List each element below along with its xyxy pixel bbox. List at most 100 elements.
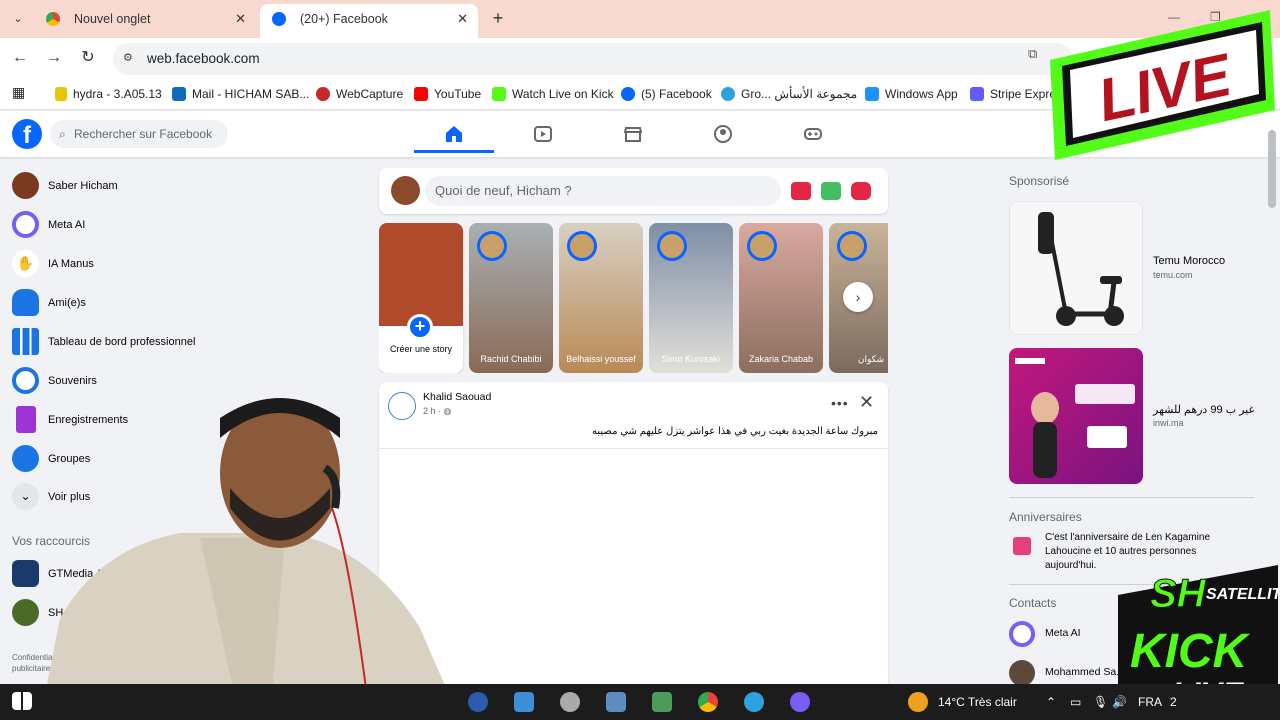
- tab-facebook[interactable]: (20+) Facebook ✕: [260, 4, 478, 38]
- story-name: شكوان: [857, 354, 885, 364]
- stories-next-button[interactable]: ›: [843, 282, 873, 312]
- story-card[interactable]: Simo Kurosaki: [649, 223, 733, 373]
- gaming-icon: [804, 128, 822, 140]
- sidebar-item-meta-ai[interactable]: Meta AI: [12, 209, 342, 241]
- install-app-icon[interactable]: ⧉: [1028, 46, 1037, 62]
- story-card[interactable]: Belhaissi youssef: [559, 223, 643, 373]
- telegram-icon[interactable]: [744, 692, 764, 712]
- marketplace-icon: [623, 127, 643, 142]
- bookmark-label: Watch Live on Kick: [512, 87, 614, 101]
- app-icon[interactable]: [468, 692, 488, 712]
- facebook-search[interactable]: ⌕ Rechercher sur Facebook: [50, 120, 228, 148]
- chevron-down-icon: ⌄: [12, 483, 39, 510]
- address-bar[interactable]: ⚙ web.facebook.com: [113, 43, 1073, 75]
- search-icon: ⌕: [59, 127, 66, 141]
- reload-icon[interactable]: ↻: [78, 48, 98, 68]
- app-icon[interactable]: [514, 692, 534, 712]
- facebook-icon: [272, 12, 286, 26]
- close-icon[interactable]: ✕: [235, 4, 246, 34]
- bookmark-mail[interactable]: Mail - HICHAM SAB...: [172, 86, 309, 102]
- start-icon[interactable]: [12, 692, 32, 710]
- stripe-icon: [970, 87, 984, 101]
- new-tab-button[interactable]: +: [486, 6, 510, 30]
- sidebar-item-friends[interactable]: Ami(e)s: [12, 287, 342, 319]
- apps-grid-icon[interactable]: ▦: [12, 84, 25, 100]
- post-text: مبروك ساعة الجديدة بغيت ربي في هذا عواشر…: [592, 426, 878, 437]
- sidebar-item-label: IA Manus: [48, 258, 94, 270]
- nav-video[interactable]: [503, 117, 583, 153]
- nav-home[interactable]: [414, 117, 494, 153]
- meta-ai-icon: [12, 211, 39, 238]
- nav-groups[interactable]: [683, 117, 763, 153]
- story-card[interactable]: Zakaria Chabab: [739, 223, 823, 373]
- live-video-icon[interactable]: [791, 182, 811, 200]
- create-story-label: Créer une story: [389, 344, 453, 354]
- bookmark-group[interactable]: Gro... مجموعة الأسأش: [721, 86, 857, 102]
- groups-icon: [714, 125, 732, 143]
- chrome-icon[interactable]: [698, 692, 718, 712]
- nav-gaming[interactable]: [773, 117, 853, 153]
- chevron-up-icon[interactable]: ⌃: [1046, 684, 1056, 720]
- sidebar-item-ia-manus[interactable]: ✋ IA Manus: [12, 248, 342, 280]
- outlook-icon: [172, 87, 186, 101]
- sidebar-item-memories[interactable]: Souvenirs: [12, 365, 342, 397]
- app-icon[interactable]: [560, 692, 580, 712]
- scooter-icon: [1038, 212, 1124, 326]
- url-text: web.facebook.com: [147, 51, 260, 66]
- facebook-icon: [621, 87, 635, 101]
- weather-icon[interactable]: [908, 692, 928, 712]
- composer-input[interactable]: Quoi de neuf, Hicham ?: [425, 176, 781, 206]
- tab-new-tab[interactable]: Nouvel onglet ✕: [34, 4, 256, 38]
- bookmark-hydra[interactable]: hydra - 3.A05.13: [55, 86, 162, 102]
- bookmark-youtube[interactable]: YouTube: [414, 86, 481, 102]
- bookmark-facebook[interactable]: (5) Facebook: [621, 86, 712, 102]
- story-profile-photo: [379, 223, 463, 326]
- avatar: [12, 172, 39, 199]
- avatar: [391, 176, 420, 205]
- language-indicator[interactable]: FRA: [1138, 684, 1162, 720]
- site-settings-icon[interactable]: ⚙: [123, 51, 137, 65]
- more-options-icon[interactable]: •••: [831, 395, 849, 411]
- sidebar-item-dashboard[interactable]: Tableau de bord professionnel: [12, 326, 342, 358]
- clock[interactable]: 2: [1170, 684, 1177, 720]
- youtube-icon: [414, 87, 428, 101]
- ad-domain: temu.com: [1153, 270, 1193, 280]
- ad-image-inwi[interactable]: [1009, 348, 1143, 484]
- bookmark-windows-app[interactable]: Windows App: [865, 86, 958, 102]
- tab-search-button[interactable]: ⌄: [6, 7, 30, 31]
- nav-marketplace[interactable]: [593, 117, 673, 153]
- calculator-icon[interactable]: [606, 692, 626, 712]
- sidebar-item-label: Tableau de bord professionnel: [48, 336, 196, 348]
- app-icon[interactable]: [790, 692, 810, 712]
- close-icon[interactable]: ✕: [457, 4, 468, 34]
- network-icon[interactable]: ▭: [1070, 684, 1081, 720]
- back-icon[interactable]: ←: [10, 48, 30, 68]
- satellite-text: SATELLITE: [1206, 586, 1280, 603]
- reel-icon[interactable]: [851, 182, 871, 200]
- avatar: [657, 231, 687, 261]
- weather-text[interactable]: 14°C Très clair: [938, 684, 1017, 720]
- ad-image-temu[interactable]: [1009, 201, 1143, 335]
- bookmark-kick[interactable]: Watch Live on Kick: [492, 86, 614, 102]
- photo-icon[interactable]: [821, 182, 841, 200]
- manus-icon: ✋: [12, 250, 39, 277]
- groups-icon: [12, 445, 39, 472]
- forward-icon[interactable]: →: [44, 48, 64, 68]
- microphone-icon[interactable]: 🎙: [1093, 684, 1108, 720]
- app-icon[interactable]: [652, 692, 672, 712]
- ad-title[interactable]: Temu Morocco: [1153, 255, 1225, 267]
- sidebar-item-profile[interactable]: Saber Hicham: [12, 170, 342, 202]
- birthdays-heading: Anniversaires: [1009, 510, 1082, 524]
- bookmark-icon: [16, 406, 36, 433]
- meta-ai-icon: [1009, 621, 1035, 647]
- bookmark-webcapture[interactable]: WebCapture: [316, 86, 403, 102]
- volume-icon[interactable]: 🔊: [1112, 684, 1127, 720]
- facebook-logo[interactable]: f: [12, 119, 42, 149]
- story-card[interactable]: Rachid Chabibi: [469, 223, 553, 373]
- live-badge: LIVE: [1050, 10, 1275, 160]
- create-story-card[interactable]: + Créer une story: [379, 223, 463, 373]
- close-icon[interactable]: ✕: [859, 392, 874, 413]
- ad-title[interactable]: غير ب 99 درهم للشهر: [1153, 403, 1254, 416]
- search-placeholder: Rechercher sur Facebook: [74, 127, 213, 141]
- windows-taskbar: 14°C Très clair ⌃ ▭ 🎙 🔊 FRA 2: [0, 684, 1280, 720]
